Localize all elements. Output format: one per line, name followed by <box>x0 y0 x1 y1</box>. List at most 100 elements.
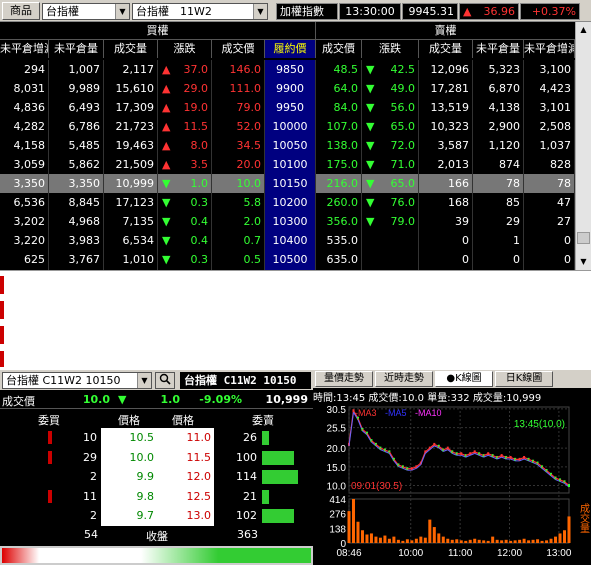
volume-bar <box>558 533 562 543</box>
search-icon[interactable] <box>155 372 175 389</box>
table-row[interactable]: 3,202 4,968 7,135 ▼ 0.4 2.0 10300 356.0 ▼ 79.0 39 2… <box>0 212 575 231</box>
cell-value: 9,989 <box>68 82 101 95</box>
cell-value: 3,101 <box>539 101 572 114</box>
column-header[interactable]: 未平倉量 <box>473 40 524 58</box>
chart-tab[interactable]: 量價走勢 <box>315 371 373 387</box>
volume-bar <box>468 539 472 543</box>
table-row[interactable]: 4,282 6,786 21,723 ▲ 11.5 52.0 10000 107.0 ▼ 65.0… <box>0 117 575 136</box>
table-cell: 39 <box>419 212 473 231</box>
product-button[interactable]: 商品 <box>2 2 40 20</box>
column-header[interactable]: 履約價 <box>265 40 316 58</box>
table-row[interactable]: 4,158 5,485 19,463 ▲ 8.0 34.5 10050 138.0 ▼ 72.0 3… <box>0 136 575 155</box>
cell-value: 10150 <box>272 177 308 190</box>
cell-value: 10.0 <box>236 177 262 190</box>
table-cell: 4,282 <box>0 117 49 136</box>
column-header[interactable]: 未平倉增減 <box>0 40 49 58</box>
table-row[interactable]: 3,059 5,862 21,509 ▲ 3.5 20.0 10100 175.0 ▼ 71.0 2… <box>0 155 575 174</box>
table-row[interactable]: 294 1,007 2,117 ▲ 37.0 146.0 9850 48.5 ▼ 42.5 12,0… <box>0 60 575 79</box>
chevron-down-icon[interactable]: ▼ <box>137 373 151 388</box>
indicator-mark <box>0 276 4 294</box>
table-cell: 356.0 <box>316 212 362 231</box>
close-label: 收盤 <box>146 530 168 543</box>
volume-bar <box>383 535 387 543</box>
table-row[interactable]: 3,350 3,350 10,999 ▼ 1.0 10.0 10150 216.0 ▼ 65.0 1… <box>0 174 575 193</box>
cell-value: 3,100 <box>539 63 572 76</box>
cell-value: 10200 <box>272 196 308 209</box>
book-row[interactable]: 2 9.9 12.0 114 <box>0 467 313 486</box>
cell-value: 2,900 <box>488 120 521 133</box>
vertical-scrollbar[interactable]: ▲ ▼ <box>575 22 591 270</box>
chart-tab[interactable]: ●K線圖 <box>435 371 493 387</box>
last-label: 成交價 <box>2 395 35 408</box>
table-cell: 3,350 <box>0 174 49 193</box>
y-tick-label: 20.0 <box>327 444 347 455</box>
table-cell: 47 <box>524 193 575 212</box>
index-change-value: 36.96 <box>483 5 516 18</box>
table-cell: ▼ 71.0 <box>362 155 419 174</box>
ask-qty: 26 <box>218 428 260 447</box>
scroll-up-icon[interactable]: ▲ <box>578 24 589 36</box>
legend-entry: -MA5 <box>385 408 407 418</box>
book-row[interactable]: 10 10.5 11.0 26 <box>0 428 313 447</box>
product-select-value: 台指權 <box>46 5 79 18</box>
product-select[interactable]: 台指權 ▼ <box>42 3 130 20</box>
contract-select[interactable]: 台指權 C11W2 10150 ▼ <box>2 372 152 389</box>
table-cell: 5,323 <box>473 60 524 79</box>
table-cell: 10200 <box>265 193 316 212</box>
volume-bar <box>473 538 477 543</box>
pct-value: -9.09% <box>199 393 242 406</box>
table-row[interactable]: 8,031 9,989 15,610 ▲ 29.0 111.0 9900 64.0 ▼ 49.0 1… <box>0 79 575 98</box>
x-tick-label: 12:00 <box>497 548 522 559</box>
book-row[interactable]: 2 9.7 13.0 102 <box>0 506 313 525</box>
cell-value: 1,010 <box>122 253 155 266</box>
table-row[interactable]: 4,836 6,493 17,309 ▲ 19.0 79.0 9950 84.0 ▼ 56.0 13… <box>0 98 575 117</box>
bid-price: 10.5 <box>129 431 155 444</box>
table-row[interactable]: 6,536 8,845 17,123 ▼ 0.3 5.8 10200 260.0 ▼ 76.0 16… <box>0 193 575 212</box>
column-header[interactable]: 成交量 <box>104 40 158 58</box>
bid-qty: 29 <box>54 447 100 467</box>
column-header[interactable]: 成交價 <box>212 40 265 58</box>
scroll-thumb[interactable] <box>577 232 590 244</box>
cell-value: 3,587 <box>437 139 470 152</box>
option-select[interactable]: 台指權 11W2 ▼ <box>132 3 268 20</box>
chart-tab[interactable]: 近時走勢 <box>375 371 433 387</box>
ask-price: 12.0 <box>186 470 212 483</box>
contract-title: 台指權 C11W2 10150 <box>180 372 311 389</box>
volume-bar <box>360 530 364 543</box>
book-row[interactable]: 11 9.8 12.5 21 <box>0 486 313 506</box>
table-cell: ▼ 0.4 <box>158 231 212 250</box>
column-header[interactable]: 未平倉量 <box>49 40 104 58</box>
volume-bar <box>486 540 490 543</box>
table-cell: ▼ 65.0 <box>362 174 419 193</box>
cell-value: 5.8 <box>243 196 262 209</box>
volume-bar <box>531 539 535 543</box>
table-row[interactable]: 625 3,767 1,010 ▼ 0.3 0.5 10500 635.0 0 0 0 <box>0 250 575 269</box>
annotation-high: 09:01(30.5) <box>351 481 402 492</box>
column-header[interactable]: 漲跌 <box>158 40 212 58</box>
column-header[interactable]: 未平倉增減 <box>524 40 575 58</box>
table-cell: 5,485 <box>49 136 104 155</box>
bid-marker <box>48 489 52 503</box>
chevron-down-icon[interactable]: ▼ <box>253 4 267 19</box>
book-row[interactable]: 29 10.0 11.5 100 <box>0 447 313 467</box>
cell-value: 13,519 <box>430 101 470 114</box>
scroll-down-icon[interactable]: ▼ <box>578 256 589 268</box>
bid-marker <box>48 509 52 522</box>
cell-value: 10050 <box>272 139 308 152</box>
cell-value: 3,983 <box>68 234 101 247</box>
cell-value: 11.5 <box>183 120 209 133</box>
put-title: 賣權 <box>316 22 575 40</box>
table-cell: ▲ 19.0 <box>158 98 212 117</box>
column-header[interactable]: 成交價 <box>316 40 362 58</box>
cell-value: 42.5 <box>390 63 416 76</box>
x-tick-label: 11:00 <box>448 548 473 559</box>
table-row[interactable]: 3,220 3,983 6,534 ▼ 0.4 0.7 10400 535.0 0 1 0 <box>0 231 575 250</box>
table-cell: 0 <box>524 231 575 250</box>
chevron-down-icon[interactable]: ▼ <box>115 4 129 19</box>
info-time: 時間:13:45 <box>313 393 366 403</box>
column-header[interactable]: 漲跌 <box>362 40 419 58</box>
column-header[interactable]: 成交量 <box>419 40 473 58</box>
x-tick-label: 13:00 <box>546 548 571 559</box>
info-volume: 成交量:10,999 <box>472 393 542 403</box>
chart-tab[interactable]: 日K線圖 <box>495 371 553 387</box>
